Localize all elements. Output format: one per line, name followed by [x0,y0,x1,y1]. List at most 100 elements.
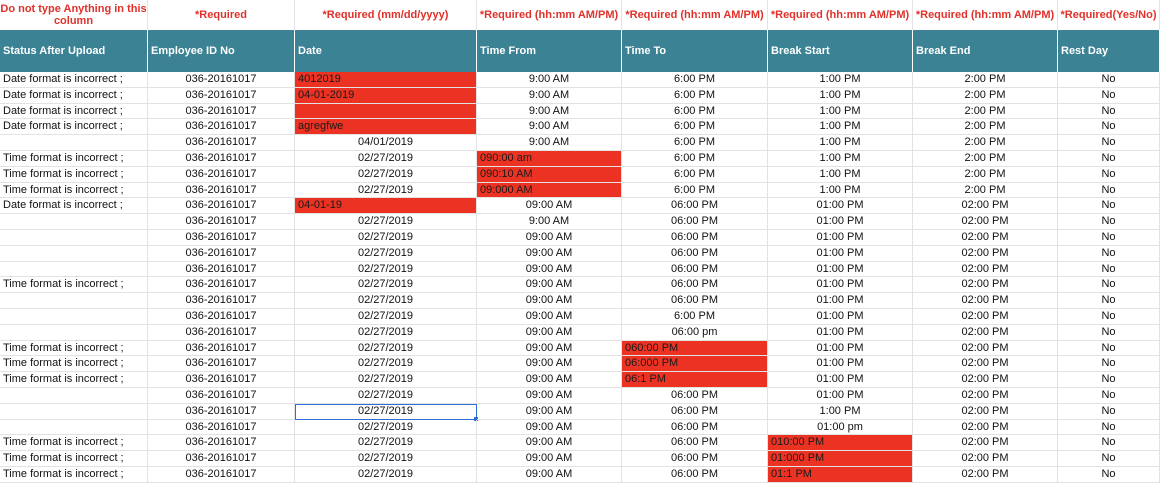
cell-break-start[interactable]: 01:1 PM [768,467,913,483]
cell-employee-id[interactable]: 036-20161017 [148,72,295,88]
cell-employee-id[interactable]: 036-20161017 [148,372,295,388]
cell-status[interactable] [0,245,148,262]
cell-time-to[interactable]: 06:00 pm [622,324,768,341]
cell-break-end[interactable]: 02:00 PM [913,356,1058,373]
cell-time-from[interactable]: 09:00 AM [477,356,622,373]
cell-break-start[interactable]: 01:00 PM [768,261,913,278]
cell-rest-day[interactable]: No [1058,214,1160,230]
cell-time-to[interactable]: 06:00 PM [622,467,768,483]
cell-break-end[interactable]: 2:00 PM [913,135,1058,151]
cell-date[interactable]: 04/01/2019 [295,135,477,151]
cell-employee-id[interactable]: 036-20161017 [148,293,295,309]
cell-time-from[interactable]: 09:00 AM [477,451,622,467]
cell-break-end[interactable]: 02:00 PM [913,435,1058,452]
cell-break-start[interactable]: 010:00 PM [768,435,913,452]
cell-break-start[interactable]: 1:00 PM [768,103,913,120]
cell-status[interactable]: Date format is incorrect ; [0,72,148,88]
cell-date[interactable]: 02/27/2019 [295,230,477,246]
cell-rest-day[interactable]: No [1058,198,1160,215]
cell-time-to[interactable]: 6:00 PM [622,182,768,199]
cell-break-start[interactable]: 1:00 PM [768,182,913,199]
cell-break-start[interactable]: 1:00 PM [768,87,913,104]
cell-rest-day[interactable]: No [1058,166,1160,183]
cell-status[interactable]: Time format is incorrect ; [0,166,148,183]
cell-break-start[interactable]: 01:00 PM [768,230,913,246]
cell-rest-day[interactable]: No [1058,151,1160,167]
cell-break-end[interactable]: 02:00 PM [913,214,1058,230]
cell-break-start[interactable]: 01:00 PM [768,356,913,373]
cell-time-from[interactable]: 9:00 AM [477,87,622,104]
cell-time-to[interactable]: 06:00 PM [622,214,768,230]
cell-rest-day[interactable]: No [1058,324,1160,341]
cell-rest-day[interactable]: No [1058,230,1160,246]
cell-rest-day[interactable]: No [1058,435,1160,452]
cell-employee-id[interactable]: 036-20161017 [148,166,295,183]
cell-employee-id[interactable]: 036-20161017 [148,419,295,436]
column-header-break-end[interactable]: Break End [913,30,1058,72]
cell-break-start[interactable]: 01:00 PM [768,372,913,388]
cell-status[interactable]: Time format is incorrect ; [0,451,148,467]
cell-rest-day[interactable]: No [1058,103,1160,120]
cell-date[interactable]: 02/27/2019 [295,435,477,452]
cell-status[interactable]: Time format is incorrect ; [0,467,148,483]
cell-break-end[interactable]: 2:00 PM [913,103,1058,120]
cell-date[interactable]: 02/27/2019 [295,372,477,388]
cell-status[interactable] [0,261,148,278]
cell-time-to[interactable]: 06:1 PM [622,372,768,388]
cell-break-start[interactable]: 01:00 PM [768,388,913,404]
cell-time-from[interactable]: 09:00 AM [477,277,622,294]
cell-status[interactable]: Time format is incorrect ; [0,151,148,167]
cell-employee-id[interactable]: 036-20161017 [148,87,295,104]
cell-rest-day[interactable]: No [1058,135,1160,151]
cell-date[interactable]: 02/27/2019 [295,451,477,467]
column-header-time-from[interactable]: Time From [477,30,622,72]
cell-time-from[interactable]: 09:00 AM [477,419,622,436]
requirement-date[interactable]: *Required (mm/dd/yyyy) [295,0,477,30]
cell-employee-id[interactable]: 036-20161017 [148,451,295,467]
cell-date[interactable]: 02/27/2019 [295,261,477,278]
cell-status[interactable]: Time format is incorrect ; [0,356,148,373]
cell-time-from[interactable]: 9:00 AM [477,135,622,151]
cell-employee-id[interactable]: 036-20161017 [148,135,295,151]
cell-break-end[interactable]: 2:00 PM [913,119,1058,136]
cell-time-from[interactable]: 09:00 AM [477,324,622,341]
cell-break-start[interactable]: 01:00 PM [768,277,913,294]
cell-rest-day[interactable]: No [1058,87,1160,104]
cell-status[interactable] [0,403,148,420]
cell-date[interactable]: 04-01-2019 [295,87,477,104]
cell-time-to[interactable]: 06:00 PM [622,419,768,436]
cell-break-start[interactable]: 1:00 PM [768,72,913,88]
cell-status[interactable] [0,214,148,230]
cell-break-end[interactable]: 02:00 PM [913,403,1058,420]
cell-time-from[interactable]: 090:00 am [477,151,622,167]
column-header-break-start[interactable]: Break Start [768,30,913,72]
cell-rest-day[interactable]: No [1058,72,1160,88]
cell-time-from[interactable]: 09:00 AM [477,309,622,325]
cell-status[interactable] [0,135,148,151]
cell-rest-day[interactable]: No [1058,372,1160,388]
cell-date[interactable]: 02/27/2019 [295,467,477,483]
requirement-time-from[interactable]: *Required (hh:mm AM/PM) [477,0,622,30]
column-header-employee-id[interactable]: Employee ID No [148,30,295,72]
cell-employee-id[interactable]: 036-20161017 [148,261,295,278]
cell-employee-id[interactable]: 036-20161017 [148,277,295,294]
cell-time-to[interactable]: 6:00 PM [622,87,768,104]
cell-break-start[interactable]: 01:00 PM [768,324,913,341]
cell-date[interactable]: 02/27/2019 [295,403,478,421]
cell-time-to[interactable]: 06:00 PM [622,388,768,404]
column-header-date[interactable]: Date [295,30,477,72]
cell-break-start[interactable]: 1:00 PM [768,166,913,183]
cell-break-start[interactable]: 01:000 PM [768,451,913,467]
requirement-employee-id[interactable]: *Required [148,0,295,30]
cell-time-to[interactable]: 6:00 PM [622,135,768,151]
cell-break-end[interactable]: 02:00 PM [913,277,1058,294]
cell-time-from[interactable]: 09:00 AM [477,467,622,483]
cell-time-to[interactable]: 06:00 PM [622,403,768,420]
cell-status[interactable]: Time format is incorrect ; [0,340,148,357]
cell-status[interactable]: Time format is incorrect ; [0,435,148,452]
cell-rest-day[interactable]: No [1058,182,1160,199]
cell-time-from[interactable]: 09:00 AM [477,372,622,388]
cell-time-from[interactable]: 09:00 AM [477,293,622,309]
cell-rest-day[interactable]: No [1058,467,1160,483]
cell-rest-day[interactable]: No [1058,356,1160,373]
